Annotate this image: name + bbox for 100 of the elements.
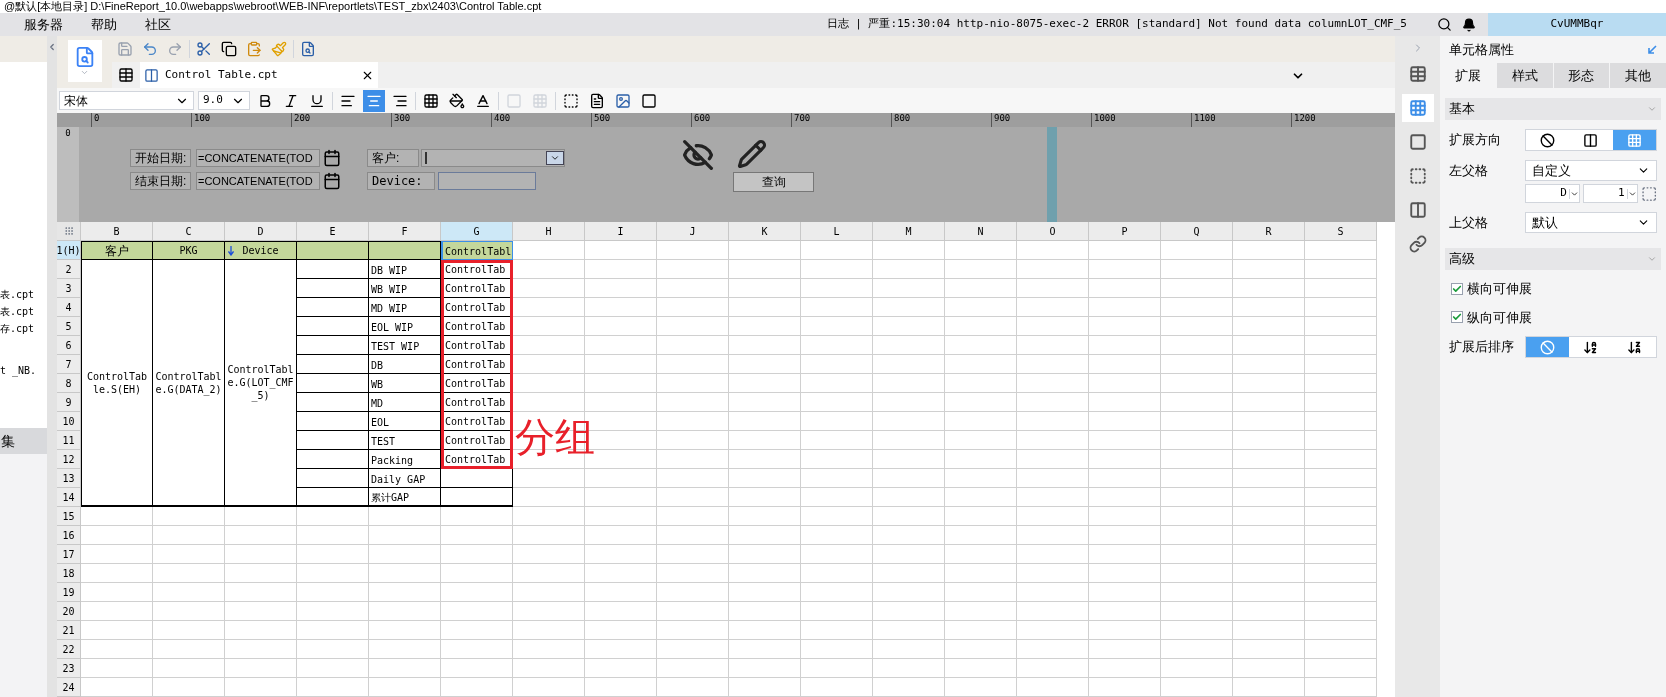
panel-tab[interactable]: 形态 [1553,63,1610,88]
column-header[interactable]: L [801,222,873,241]
row-header[interactable]: 20 [57,602,81,621]
add-sheet-icon[interactable] [118,67,134,83]
column-header[interactable]: N [945,222,1017,241]
menu-item[interactable]: 帮助 [79,14,129,35]
column-header[interactable]: B [81,222,153,241]
row-header[interactable]: 24 [57,678,81,697]
column-header[interactable]: Q [1161,222,1233,241]
font-select[interactable]: 宋体 [59,91,194,110]
column-header[interactable]: F [369,222,441,241]
row-header[interactable]: 23 [57,659,81,678]
link-icon [1408,235,1427,253]
row-header[interactable]: 21 [57,621,81,640]
table-cell: MD [369,393,441,412]
row-header[interactable]: 22 [57,640,81,659]
row-header[interactable]: 2 [57,260,81,279]
row-header[interactable]: 6 [57,336,81,355]
select-all-button[interactable] [57,222,81,241]
row-header[interactable]: 14 [57,488,81,507]
underline-icon [309,92,325,109]
file-item[interactable]: t _NB. [0,363,47,380]
query-button[interactable]: 查询 [733,172,814,192]
row-header[interactable]: 1(H) [57,241,81,260]
column-header[interactable]: I [585,222,657,241]
column-header[interactable]: O [1017,222,1089,241]
template-button[interactable] [67,40,102,82]
calendar-icon[interactable] [323,172,341,190]
column-spinner[interactable]: D [1525,184,1580,203]
customer-field[interactable] [421,149,565,167]
dropdown-button[interactable] [546,151,564,165]
section-header[interactable]: 高级 [1445,248,1661,270]
date-field[interactable]: =CONCATENATE(TOD [196,149,320,167]
top-parent-select[interactable]: 默认 [1525,212,1657,233]
ruler-label: 100 [193,113,211,123]
merged-cell: ControlTable.G(LOT_CMF_5) [225,260,297,507]
user-button[interactable]: CvUMMBqr [1488,13,1666,36]
pencil-icon[interactable] [737,139,767,169]
row-header[interactable]: 12 [57,450,81,469]
undo-icon [142,41,158,57]
row-header[interactable]: 4 [57,298,81,317]
date-field[interactable]: =CONCATENATE(TOD [196,172,320,190]
row-header[interactable]: 17 [57,545,81,564]
side-tool-button[interactable] [1401,94,1434,122]
row-header[interactable]: 9 [57,393,81,412]
scissors-icon [196,41,212,57]
column-header[interactable]: E [297,222,369,241]
eye-slash-icon[interactable] [682,139,714,171]
field-label: 结束日期: [130,172,192,190]
border-icon [423,92,439,109]
panel-tab[interactable]: 样式 [1496,63,1553,88]
column-header[interactable]: J [657,222,729,241]
column-header[interactable]: G [441,222,513,241]
column-header[interactable]: R [1233,222,1305,241]
cell-picker-icon[interactable] [1640,184,1657,203]
column-header[interactable]: P [1089,222,1161,241]
ruler-label: 300 [393,113,411,123]
file-item[interactable]: 存.cpt [0,321,47,338]
row-header[interactable]: 5 [57,317,81,336]
pin-icon[interactable] [1648,45,1657,54]
bell-icon[interactable] [1462,17,1476,32]
row-header[interactable]: 16 [57,526,81,545]
italic-icon [283,92,299,109]
column-header[interactable]: S [1305,222,1377,241]
checkbox[interactable] [1451,311,1463,324]
device-field[interactable] [438,172,536,190]
row-header[interactable]: 15 [57,507,81,526]
menu-item[interactable]: 社区 [133,14,183,35]
left-parent-select[interactable]: 自定义 [1525,160,1657,181]
file-item[interactable]: 表.cpt [0,304,47,321]
redo-icon [167,41,183,57]
row-header[interactable]: 18 [57,564,81,583]
row-header[interactable]: 19 [57,583,81,602]
font-size-select[interactable]: 9.0 [198,91,250,110]
preview-icon [300,41,316,57]
panel-tab[interactable]: 其他 [1610,63,1666,88]
menu-item[interactable]: 服务器 [12,14,75,35]
table-cell: TEST WIP [369,336,441,355]
column-header[interactable]: C [153,222,225,241]
calendar-icon[interactable] [323,149,341,167]
column-header[interactable]: D [225,222,297,241]
text-field-icon [563,92,579,109]
search-icon[interactable] [1437,17,1452,32]
row-header[interactable]: 11 [57,431,81,450]
file-item[interactable]: 表.cpt [0,287,47,304]
document-tab[interactable]: Control Table.cpt [140,62,378,88]
row-header[interactable]: 3 [57,279,81,298]
section-header[interactable]: 集 [0,428,47,454]
row-header[interactable]: 13 [57,469,81,488]
row-header[interactable]: 8 [57,374,81,393]
checkbox[interactable] [1451,282,1463,295]
column-header[interactable]: K [729,222,801,241]
column-header[interactable]: H [513,222,585,241]
table-cell[interactable]: ControlTabl [441,241,513,260]
row-spinner[interactable]: 1 [1582,184,1638,203]
section-header[interactable]: 基本 [1445,98,1661,120]
collapse-icon[interactable] [47,42,57,52]
row-header[interactable]: 7 [57,355,81,374]
column-header[interactable]: M [873,222,945,241]
row-header[interactable]: 10 [57,412,81,431]
